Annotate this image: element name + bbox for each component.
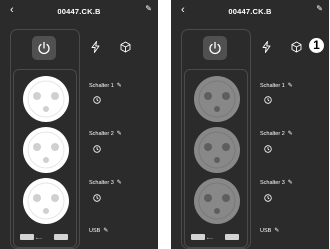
usb-label: USB [260,228,272,234]
channel-2-label: Schalter 2 [260,131,285,137]
channel-2-row: Schalter 2 ✎ [260,130,293,137]
timer-clock-icon[interactable] [93,194,101,202]
edit-pencil-icon[interactable]: ✎ [288,131,293,137]
step-number-badge: 1 [309,38,324,53]
channel-3-label: Schalter 3 [260,180,285,186]
usb-port-icon [191,234,205,240]
channel-2-label: Schalter 2 [89,131,114,137]
socket-1-icon [23,76,69,122]
socket-2[interactable] [22,126,70,174]
header: ‹ 00447.CK.B ✎ [171,0,329,22]
socket-2[interactable] [193,126,241,174]
socket-2-icon [23,127,69,173]
usb-ports: •— [14,230,76,244]
socket-3[interactable] [22,177,70,225]
master-power-button[interactable] [203,36,227,60]
socket-1[interactable] [193,75,241,123]
edit-title-pencil-icon[interactable]: ✎ [145,4,152,13]
edit-pencil-icon[interactable]: ✎ [288,180,293,186]
bolt-icon[interactable] [91,41,100,53]
edit-pencil-icon[interactable]: ✎ [117,83,122,89]
device-screen-off: ‹ 00447.CK.B ✎ •— 1 Schalter 1 ✎ Schalte… [171,0,329,249]
channel-3-row: Schalter 3 ✎ [89,179,122,186]
edit-pencil-icon[interactable]: ✎ [103,228,108,234]
socket-1-icon [194,76,240,122]
channel-1-label: Schalter 1 [89,83,114,89]
timer-clock-icon[interactable] [93,145,101,153]
usb-label: USB [89,228,101,234]
channel-2-row: Schalter 2 ✎ [89,130,122,137]
channel-1-row: Schalter 1 ✎ [260,82,293,89]
edit-pencil-icon[interactable]: ✎ [117,180,122,186]
usb-symbol-icon: •— [36,236,43,241]
power-strip: •— [181,29,251,249]
socket-3-icon [194,178,240,224]
power-icon [209,41,221,55]
cube-icon[interactable] [291,41,302,53]
edit-pencil-icon[interactable]: ✎ [274,228,279,234]
timer-clock-icon[interactable] [93,96,101,104]
usb-ports: •— [185,230,247,244]
timer-clock-icon[interactable] [264,145,272,153]
device-title: 00447.CK.B [228,7,272,16]
cube-icon[interactable] [120,41,131,53]
device-title: 00447.CK.B [57,7,101,16]
edit-pencil-icon[interactable]: ✎ [117,131,122,137]
bolt-icon[interactable] [262,41,271,53]
usb-row: USB ✎ [89,227,108,234]
socket-1[interactable] [22,75,70,123]
edit-title-pencil-icon[interactable]: ✎ [316,4,323,13]
timer-clock-icon[interactable] [264,194,272,202]
socket-3-icon [23,178,69,224]
timer-clock-icon[interactable] [264,96,272,104]
usb-row: USB ✎ [260,227,279,234]
usb-port-icon [225,234,239,240]
socket-2-icon [194,127,240,173]
usb-port-icon [20,234,34,240]
master-power-button[interactable] [32,36,56,60]
power-icon [38,41,50,55]
channel-1-row: Schalter 1 ✎ [89,82,122,89]
edit-pencil-icon[interactable]: ✎ [288,83,293,89]
channel-3-row: Schalter 3 ✎ [260,179,293,186]
header: ‹ 00447.CK.B ✎ [0,0,158,22]
device-screen-on: ‹ 00447.CK.B ✎ •— Schalter 1 ✎ Schalter … [0,0,158,249]
socket-3[interactable] [193,177,241,225]
usb-symbol-icon: •— [207,236,214,241]
channel-1-label: Schalter 1 [260,83,285,89]
channel-3-label: Schalter 3 [89,180,114,186]
power-strip: •— [10,29,80,249]
usb-port-icon [54,234,68,240]
